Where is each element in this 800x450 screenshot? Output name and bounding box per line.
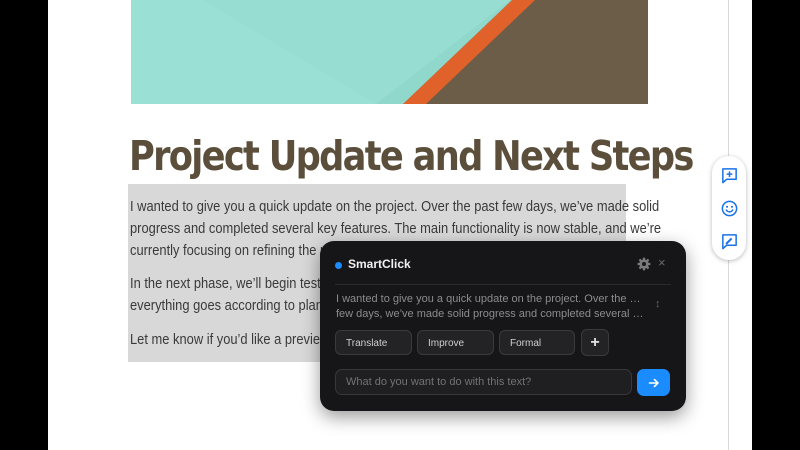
smartclick-panel: SmartClick × I wanted to give you a quic…: [320, 241, 686, 411]
header-illustration: [131, 0, 648, 104]
close-icon[interactable]: ×: [658, 255, 666, 271]
paragraph-line: everything goes according to plan, w: [130, 297, 340, 314]
preview-line: few days, we’ve made solid progress and …: [336, 308, 646, 320]
paragraph-line: progress and completed several key featu…: [130, 220, 662, 237]
add-comment-icon[interactable]: [717, 163, 741, 187]
document-title: Project Update and Next Steps: [129, 132, 694, 180]
paragraph-line: In the next phase, we’ll begin testin: [130, 275, 331, 292]
preview-line: I wanted to give you a quick update on t…: [336, 293, 646, 305]
paragraph-line: Let me know if you’d like a preview: [130, 331, 330, 348]
paragraph-3[interactable]: Let me know if you’d like a preview: [130, 329, 329, 351]
send-button[interactable]: [637, 369, 670, 396]
gear-icon[interactable]: [637, 257, 651, 271]
formal-button[interactable]: Formal: [499, 330, 575, 355]
panel-divider: [335, 284, 671, 285]
translate-button[interactable]: Translate: [335, 330, 412, 355]
selected-text-preview: I wanted to give you a quick update on t…: [336, 292, 646, 322]
emoji-icon[interactable]: [717, 196, 741, 220]
side-toolbar: [712, 156, 746, 260]
arrow-right-icon: [648, 378, 659, 387]
paragraph-2[interactable]: In the next phase, we’ll begin testin ev…: [130, 273, 339, 317]
status-dot: [335, 262, 342, 269]
panel-header: SmartClick ×: [320, 241, 686, 285]
panel-title: SmartClick: [348, 257, 411, 271]
expand-icon[interactable]: ↕: [655, 298, 661, 310]
suggest-edit-icon[interactable]: [717, 229, 741, 253]
add-action-button[interactable]: +: [581, 329, 609, 356]
paragraph-line: I wanted to give you a quick update on t…: [130, 198, 660, 215]
improve-button[interactable]: Improve: [417, 330, 494, 355]
prompt-input[interactable]: [335, 369, 632, 395]
header-image: [131, 0, 648, 104]
